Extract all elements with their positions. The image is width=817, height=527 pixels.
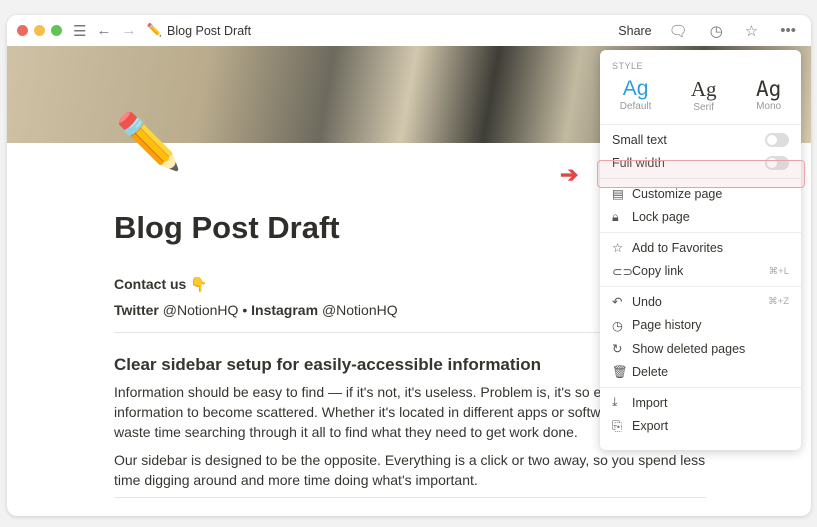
instagram-label: Instagram bbox=[251, 302, 319, 318]
instagram-handle[interactable]: @NotionHQ bbox=[322, 302, 398, 318]
style-label: STYLE bbox=[612, 61, 644, 71]
trash-icon: 🗑︎ bbox=[612, 364, 628, 379]
font-serif[interactable]: Ag Serif bbox=[691, 77, 717, 113]
title-bar: ☰ ← → ✏️ Blog Post Draft Share 🗨︎ ◷ ☆ ••… bbox=[7, 15, 811, 46]
divider bbox=[114, 497, 706, 498]
menu-item-label: Copy link bbox=[632, 264, 684, 279]
share-button[interactable]: Share bbox=[618, 24, 651, 38]
menu-item-show-deleted-pages[interactable]: ↻ Show deleted pages bbox=[600, 337, 801, 361]
page-title[interactable]: Blog Post Draft bbox=[114, 210, 340, 246]
comment-icon[interactable]: 🗨︎ bbox=[669, 22, 688, 40]
star-icon[interactable]: ☆ bbox=[745, 22, 758, 40]
section-heading: Clear sidebar setup for easily-accessibl… bbox=[114, 355, 542, 374]
social-line: Twitter @NotionHQ • Instagram @NotionHQ bbox=[114, 302, 398, 318]
menu-item-label: Export bbox=[632, 419, 669, 434]
menu-item-label: Add to Favorites bbox=[632, 240, 724, 255]
separator: • bbox=[242, 302, 248, 318]
font-default[interactable]: Ag Default bbox=[620, 77, 652, 113]
paragraph-2: Our sidebar is designed to be the opposi… bbox=[114, 452, 706, 488]
full-width-highlight bbox=[597, 160, 805, 188]
font-sample: Ag bbox=[755, 77, 782, 101]
history-icon: ◷ bbox=[612, 318, 623, 333]
small-text-label: Small text bbox=[612, 132, 667, 147]
back-arrow-icon[interactable]: ← bbox=[96, 22, 111, 39]
font-mono[interactable]: Ag Mono bbox=[756, 77, 781, 113]
close-window-button[interactable] bbox=[17, 25, 28, 36]
twitter-label: Twitter bbox=[114, 302, 159, 318]
star-icon: ☆ bbox=[612, 241, 624, 256]
page-options-menu: STYLE Ag Default Ag Serif Ag Mono Small tex… bbox=[600, 50, 801, 450]
undo-icon: ↶ bbox=[612, 295, 623, 310]
clock-icon[interactable]: ◷ bbox=[710, 22, 723, 40]
menu-item-export[interactable]: ⎘ Export bbox=[600, 415, 801, 439]
export-icon: ⎘ bbox=[612, 418, 623, 433]
link-icon: ⊂⊃ bbox=[612, 264, 633, 279]
page-icon: ▤ bbox=[612, 187, 624, 202]
shortcut: ⌘+Z bbox=[768, 296, 789, 308]
menu-item-label: Page history bbox=[632, 318, 702, 333]
import-icon: ⤓ bbox=[612, 395, 618, 410]
red-arrow-annotation: ➔ bbox=[560, 162, 579, 187]
forward-arrow-icon[interactable]: → bbox=[121, 22, 136, 39]
menu-item-lock-page[interactable]: 🔒︎ Lock page bbox=[600, 206, 801, 230]
menu-item-label: Lock page bbox=[632, 210, 690, 225]
breadcrumb-title[interactable]: Blog Post Draft bbox=[167, 24, 251, 38]
menu-item-delete[interactable]: 🗑︎ Delete bbox=[600, 361, 801, 385]
menu-item-label: Delete bbox=[632, 365, 669, 380]
menu-item-page-history[interactable]: ◷ Page history bbox=[600, 314, 801, 338]
contact-text: Contact us 👇 bbox=[114, 276, 208, 292]
lock-icon: 🔒︎ bbox=[612, 209, 619, 224]
small-text-row[interactable]: Small text bbox=[600, 128, 801, 152]
font-name: Default bbox=[619, 101, 652, 112]
font-sample: Ag bbox=[690, 77, 717, 101]
menu-item-undo[interactable]: ↶ Undo ⌘+Z bbox=[600, 290, 801, 314]
menu-icon[interactable]: ☰ bbox=[73, 22, 86, 40]
maximize-window-button[interactable] bbox=[51, 25, 62, 36]
menu-item-label: Customize page bbox=[632, 186, 723, 201]
menu-item-copy-link[interactable]: ⊂⊃ Copy link ⌘+L bbox=[600, 260, 801, 284]
small-text-toggle[interactable] bbox=[765, 132, 789, 147]
menu-item-label: Show deleted pages bbox=[632, 341, 746, 356]
font-name: Mono bbox=[756, 101, 782, 112]
menu-item-label: Undo bbox=[632, 294, 662, 309]
shortcut: ⌘+L bbox=[768, 265, 789, 277]
minimize-window-button[interactable] bbox=[34, 25, 45, 36]
font-name: Serif bbox=[693, 102, 714, 113]
more-icon[interactable]: ••• bbox=[780, 22, 796, 39]
page-icon-emoji[interactable]: ✏️ bbox=[115, 111, 182, 174]
breadcrumb-emoji: ✏️ bbox=[146, 23, 163, 37]
twitter-handle[interactable]: @NotionHQ bbox=[163, 302, 239, 318]
menu-item-add-to-favorites[interactable]: ☆ Add to Favorites bbox=[600, 236, 801, 260]
menu-item-import[interactable]: ⤓ Import bbox=[600, 391, 801, 415]
restore-icon: ↻ bbox=[612, 342, 623, 357]
menu-item-label: Import bbox=[632, 395, 668, 410]
font-sample: Ag bbox=[622, 77, 649, 100]
